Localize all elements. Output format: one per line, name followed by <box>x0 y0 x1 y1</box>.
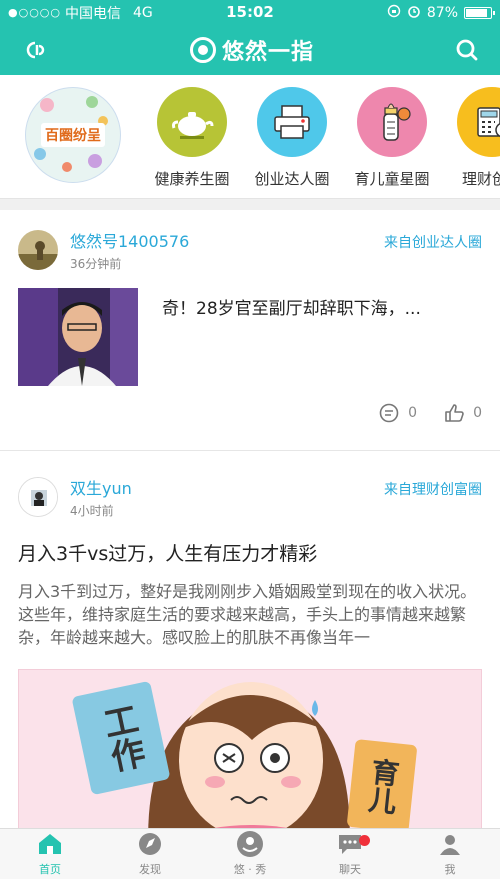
post-thumbnail[interactable] <box>18 288 138 386</box>
comment-count: 0 <box>408 405 418 421</box>
lock-rotation-icon <box>387 4 401 22</box>
person-icon <box>436 830 464 858</box>
app-title-text: 悠然一指 <box>221 40 314 65</box>
search-icon[interactable] <box>452 35 482 65</box>
work-card-text: 工作 <box>94 700 148 776</box>
post-username[interactable]: 悠然号1400576 <box>70 228 384 252</box>
baby-bottle-icon <box>357 87 427 157</box>
post-username[interactable]: 双生yun <box>70 475 384 499</box>
tab-show[interactable]: 悠 · 秀 <box>200 829 300 879</box>
all-circles-image: 百圈纷呈 <box>25 87 121 183</box>
compass-icon <box>136 830 164 858</box>
nav-bar: 悠然一指 <box>0 25 500 75</box>
parenting-card: 育儿 <box>346 739 418 833</box>
tab-home[interactable]: 首页 <box>0 829 100 879</box>
logo-icon <box>189 37 216 63</box>
tab-label-show: 悠 · 秀 <box>233 863 267 876</box>
circle-label-parenting: 育儿童星圈 <box>354 170 430 188</box>
top-bar: ●○○○○ 中国电信 4G 15:02 87% 悠然一指 <box>0 0 500 75</box>
unread-badge <box>359 835 370 846</box>
home-icon <box>36 830 64 858</box>
like-count: 0 <box>473 405 482 421</box>
carrier-label: 中国电信 <box>65 5 121 22</box>
tab-label-chat: 聊天 <box>339 863 361 876</box>
circle-item-all[interactable]: 百圈纷呈 <box>18 87 128 183</box>
all-circles-badge: 百圈纷呈 <box>41 123 105 147</box>
comment-button[interactable]: 0 <box>378 402 417 424</box>
post-title[interactable]: 月入3千vs过万，人生有压力才精彩 <box>18 539 482 566</box>
post-timestamp: 36分钟前 <box>70 257 122 271</box>
avatar[interactable] <box>18 477 58 517</box>
feed: 悠然号1400576 36分钟前 来自创业达人圈 奇！28岁官至副厅却辞职下海，… <box>0 210 500 859</box>
battery-percent: 87% <box>426 4 458 21</box>
avatar[interactable] <box>18 230 58 270</box>
circle-item-parenting[interactable]: 育儿童星圈 <box>342 87 442 189</box>
tab-label-me: 我 <box>444 863 456 876</box>
battery-icon <box>464 6 495 19</box>
bottom-tab-bar: 首页 发现 悠 · 秀 聊天 我 <box>0 828 500 879</box>
teapot-icon <box>157 87 227 157</box>
app-title: 悠然一指 <box>189 34 314 66</box>
circle-label-startup: 创业达人圈 <box>254 170 330 188</box>
post-source-link[interactable]: 来自创业达人圈 <box>384 232 482 252</box>
tab-me[interactable]: 我 <box>400 829 500 879</box>
comment-icon <box>379 403 399 423</box>
tab-label-home: 首页 <box>39 863 61 876</box>
thumbs-up-icon <box>445 404 464 422</box>
tab-discover[interactable]: 发现 <box>100 829 200 879</box>
post-title[interactable]: 奇！28岁官至副厅却辞职下海，... <box>162 288 421 386</box>
circle-item-startup[interactable]: 创业达人圈 <box>242 87 342 189</box>
section-divider <box>0 198 500 210</box>
alarm-icon <box>407 4 421 22</box>
menu-icon[interactable] <box>22 35 52 65</box>
post-card[interactable]: 悠然号1400576 36分钟前 来自创业达人圈 奇！28岁官至副厅却辞职下海，… <box>0 210 500 451</box>
tab-chat[interactable]: 聊天 <box>300 829 400 879</box>
post-timestamp: 4小时前 <box>70 504 114 518</box>
network-label: 4G <box>133 4 153 21</box>
tab-label-discover: 发现 <box>139 863 161 876</box>
like-button[interactable]: 0 <box>443 402 482 424</box>
signal-icon: ●○○○○ <box>8 6 61 19</box>
status-bar: ●○○○○ 中国电信 4G 15:02 87% <box>0 0 500 25</box>
circle-item-finance[interactable]: ¥ 理财创富 <box>442 87 500 189</box>
parenting-card-text: 育儿 <box>363 756 402 816</box>
circle-item-health[interactable]: 健康养生圈 <box>142 87 242 189</box>
calculator-icon: ¥ <box>457 87 500 157</box>
printer-icon <box>257 87 327 157</box>
circle-label-finance: 理财创富 <box>461 170 500 188</box>
post-source-link[interactable]: 来自理财创富圈 <box>384 479 482 499</box>
circle-category-row: 百圈纷呈 健康养生圈 创业达人圈 育儿童星圈 ¥ 理财创富 <box>0 75 500 198</box>
circle-label-health: 健康养生圈 <box>154 170 230 188</box>
post-card[interactable]: 双生yun 4小时前 来自理财创富圈 月入3千vs过万，人生有压力才精彩 月入3… <box>0 451 500 859</box>
post-excerpt[interactable]: 月入3千到过万，整好是我刚刚步入婚姻殿堂到现在的收入状况。这些年，维持家庭生活的… <box>18 580 482 649</box>
smiley-icon <box>236 830 264 858</box>
